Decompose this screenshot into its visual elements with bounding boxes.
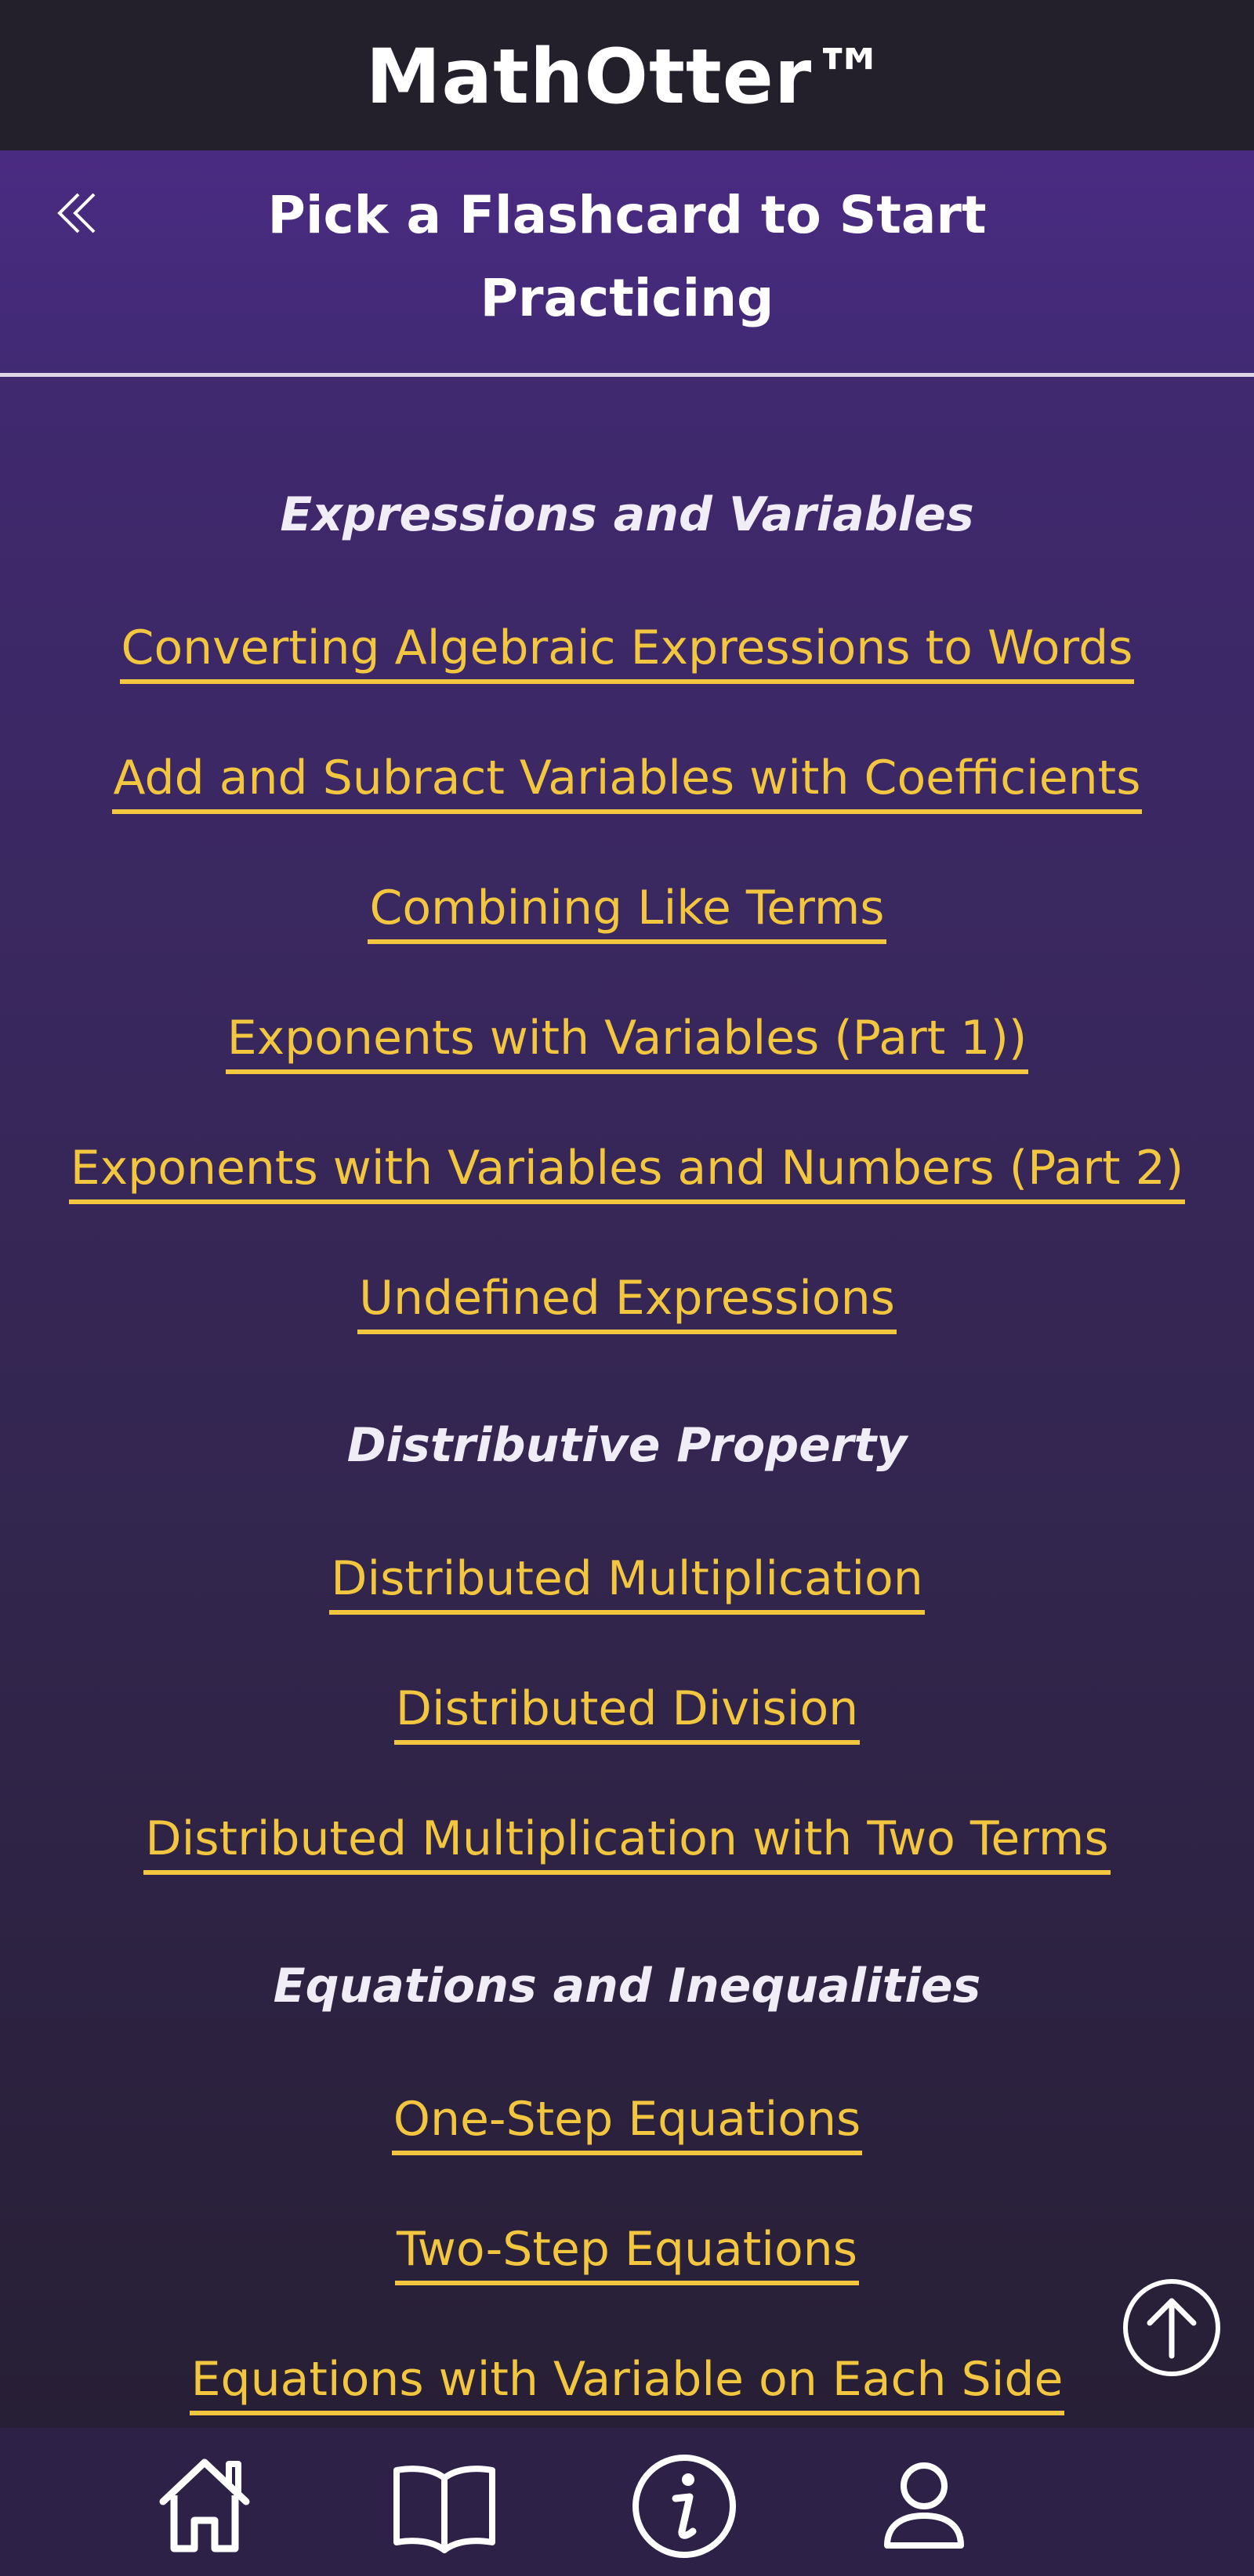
- back-button[interactable]: [47, 182, 110, 244]
- flashcard-link-exponents-part-1[interactable]: Exponents with Variables (Part 1)): [225, 1007, 1029, 1074]
- page-title-line-1: Pick a Flashcard to Start: [267, 185, 987, 245]
- nav-library[interactable]: [386, 2445, 503, 2563]
- flashcard-link-undefined-expressions[interactable]: Undefined Expressions: [357, 1267, 897, 1334]
- flashcard-link-exponents-part-2[interactable]: Exponents with Variables and Numbers (Pa…: [68, 1137, 1186, 1204]
- flashcard-link-distributed-multiplication-two-terms[interactable]: Distributed Multiplication with Two Term…: [143, 1807, 1111, 1875]
- nav-info[interactable]: [625, 2445, 743, 2563]
- page-title-line-2: Practicing: [480, 268, 774, 328]
- home-icon: [159, 2458, 250, 2552]
- flashcard-link-add-subtract-variables[interactable]: Add and Subract Variables with Coefficie…: [111, 747, 1143, 814]
- info-icon: [632, 2455, 736, 2558]
- flashcard-link-equations-variable-each-side[interactable]: Equations with Variable on Each Side: [189, 2348, 1065, 2415]
- flashcard-link-one-step-equations[interactable]: One-Step Equations: [391, 2088, 863, 2155]
- section-heading-equations-and-inequalities: Equations and Inequalities: [273, 1959, 981, 2013]
- flashcard-link-distributed-division[interactable]: Distributed Division: [393, 1677, 861, 1745]
- flashcard-list: Expressions and Variables Converting Alg…: [0, 377, 1254, 2428]
- flashcard-link-two-step-equations[interactable]: Two-Step Equations: [395, 2218, 859, 2285]
- app-header: MathOtter™: [0, 0, 1254, 150]
- book-icon: [393, 2466, 495, 2553]
- double-chevron-left-icon: [57, 193, 96, 233]
- flashcard-link-converting-expressions-to-words[interactable]: Converting Algebraic Expressions to Word…: [119, 617, 1135, 684]
- app-title: MathOtter™: [365, 33, 889, 121]
- page-title: Pick a Flashcard to Start Practicing: [235, 174, 1019, 340]
- flashcard-link-distributed-multiplication[interactable]: Distributed Multiplication: [329, 1547, 925, 1615]
- nav-profile[interactable]: [865, 2445, 983, 2563]
- profile-icon: [884, 2462, 964, 2549]
- scroll-to-top-button[interactable]: [1122, 2278, 1222, 2378]
- section-heading-expressions-and-variables: Expressions and Variables: [280, 487, 974, 542]
- nav-home[interactable]: [146, 2445, 263, 2563]
- section-heading-distributive-property: Distributive Property: [346, 1418, 908, 1473]
- flashcard-link-combining-like-terms[interactable]: Combining Like Terms: [368, 877, 886, 944]
- page-header: Pick a Flashcard to Start Practicing: [0, 150, 1254, 373]
- arrow-up-circle-icon: [1123, 2279, 1220, 2376]
- bottom-nav: [0, 2428, 1254, 2576]
